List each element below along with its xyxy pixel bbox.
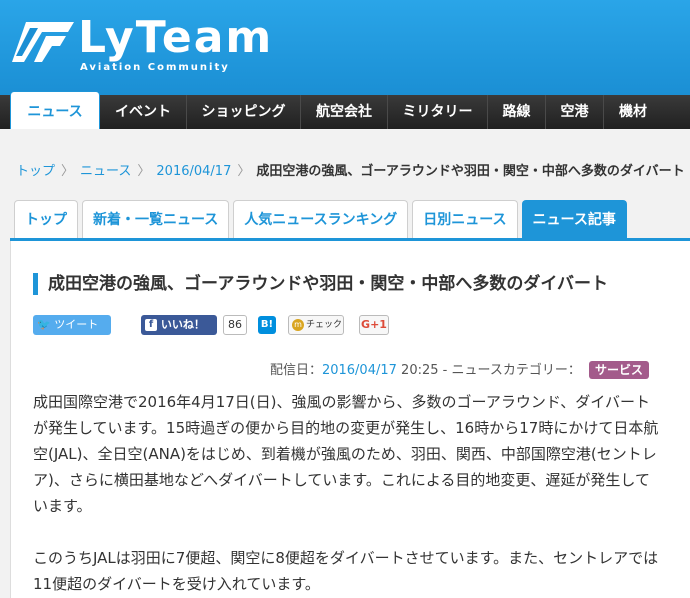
- publish-time: 20:25: [401, 363, 439, 378]
- breadcrumb-current: 成田空港の強風、ゴーアラウンドや羽田・関空・中部へ多数のダイバート: [256, 164, 685, 179]
- google-plus-button[interactable]: G+1: [359, 315, 389, 335]
- chevron-right-icon: 〉: [137, 164, 151, 179]
- twitter-bird-icon: 🐦: [37, 318, 51, 331]
- publish-label: 配信日：: [269, 363, 322, 378]
- site-logo[interactable]: LyTeam Aviation Community: [12, 12, 271, 74]
- hatena-bookmark-button[interactable]: B!: [258, 316, 276, 334]
- nav-item-airlines[interactable]: 航空会社: [301, 95, 388, 129]
- nav-item-aircraft[interactable]: 機材: [604, 95, 662, 129]
- tweet-label: ツイート: [54, 318, 99, 331]
- tab-top[interactable]: トップ: [14, 200, 78, 238]
- logo-text: LyTeam: [78, 12, 274, 63]
- category-badge[interactable]: サービス: [588, 361, 649, 379]
- breadcrumb-date[interactable]: 2016/04/17: [156, 164, 231, 179]
- nav-item-routes[interactable]: 路線: [488, 95, 546, 129]
- mixi-icon: m: [292, 318, 304, 331]
- breadcrumb: トップ〉ニュース〉 2016/04/17 〉成田空港の強風、ゴーアラウンドや羽田・関…: [16, 160, 685, 179]
- mixi-check-button[interactable]: m チェック: [288, 315, 344, 335]
- like-count: 86: [223, 315, 247, 335]
- main-nav: ニュース イベント ショッピング 航空会社 ミリタリー 路線 空港 機材: [0, 91, 690, 129]
- article-title: 成田空港の強風、ゴーアラウンドや羽田・関空・中部へ多数のダイバート: [33, 273, 608, 295]
- nav-item-airports[interactable]: 空港: [546, 95, 604, 129]
- article-paragraph: 成田国際空港で2016年4月17日(日)、強風の影響から、多数のゴーアラウンド、…: [33, 393, 659, 515]
- breadcrumb-news[interactable]: ニュース: [80, 164, 131, 179]
- tab-daily-news[interactable]: 日別ニュース: [412, 200, 518, 238]
- article-paragraph: このうちJALは羽田に7便超、関空に8便超をダイバートさせています。また、セント…: [33, 549, 659, 593]
- airplane-tail-logo-icon: [12, 22, 74, 62]
- category-label: - ニュースカテゴリー：: [442, 363, 581, 378]
- tab-news-article[interactable]: ニュース記事: [521, 200, 627, 238]
- nav-item-news[interactable]: ニュース: [10, 91, 100, 129]
- nav-item-military[interactable]: ミリタリー: [388, 95, 488, 129]
- facebook-icon: f: [145, 319, 157, 331]
- check-label: チェック: [306, 320, 343, 330]
- tweet-button[interactable]: 🐦 ツイート: [33, 315, 111, 335]
- like-label: いいね！: [160, 318, 205, 331]
- nav-item-events[interactable]: イベント: [100, 95, 187, 129]
- facebook-like-button[interactable]: f いいね！: [141, 315, 217, 335]
- article-panel: 成田空港の強風、ゴーアラウンドや羽田・関空・中部へ多数のダイバート 🐦 ツイート…: [10, 241, 690, 598]
- logo-subtitle: Aviation Community: [80, 62, 230, 73]
- chevron-right-icon: 〉: [237, 164, 251, 179]
- tab-latest-news[interactable]: 新着・一覧ニュース: [82, 200, 230, 238]
- article-meta: 配信日：2016/04/17 20:25 - ニュースカテゴリー： サービス: [270, 359, 649, 379]
- breadcrumb-top[interactable]: トップ: [16, 164, 55, 179]
- site-header: LyTeam Aviation Community: [0, 0, 690, 95]
- chevron-right-icon: 〉: [61, 164, 75, 179]
- tab-popular-ranking[interactable]: 人気ニュースランキング: [233, 200, 409, 238]
- nav-item-shopping[interactable]: ショッピング: [187, 95, 301, 129]
- publish-date[interactable]: 2016/04/17: [322, 363, 397, 378]
- news-tabs: トップ 新着・一覧ニュース 人気ニュースランキング 日別ニュース ニュース記事: [14, 200, 627, 238]
- article-body: 成田国際空港で2016年4月17日(日)、強風の影響から、多数のゴーアラウンド、…: [33, 389, 663, 598]
